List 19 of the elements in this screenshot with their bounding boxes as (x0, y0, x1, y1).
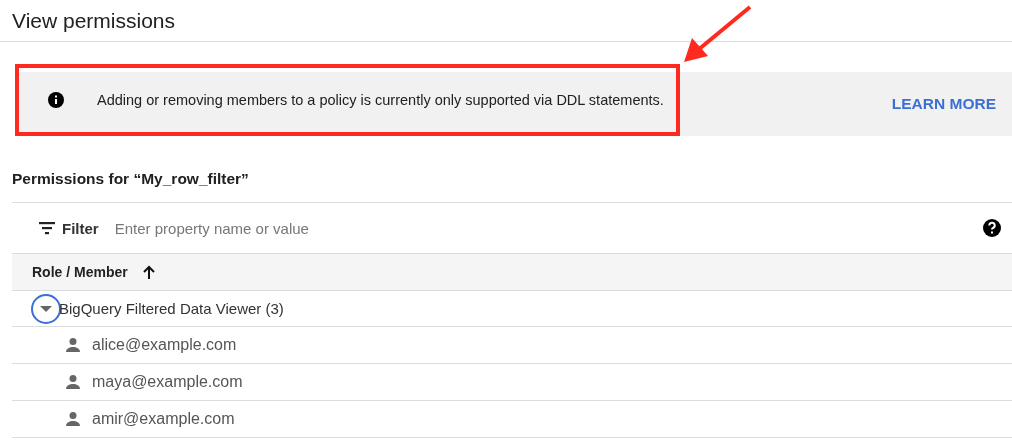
info-icon (47, 91, 65, 109)
section-title: Permissions for “My_row_filter” (12, 170, 249, 189)
member-email: amir@example.com (92, 410, 235, 428)
person-icon (64, 336, 82, 354)
caret-icon[interactable] (39, 304, 53, 313)
member-email: alice@example.com (92, 336, 237, 354)
window-title: View permissions (12, 9, 175, 33)
person-icon (64, 410, 82, 428)
filter-input[interactable]: Enter property name or value (114, 217, 982, 239)
notice-text: Adding or removing members to a policy is currently only supported via DDL statements. (97, 92, 664, 108)
learn-more-link[interactable]: LEARN MORE (891, 91, 996, 117)
column-header[interactable]: Role / Member (32, 264, 128, 280)
filter-icon[interactable] (38, 219, 56, 237)
help-icon[interactable] (982, 218, 1002, 238)
role-name: BigQuery Filtered Data Viewer (3) (59, 300, 284, 317)
expand-toggle[interactable] (31, 293, 61, 324)
member-email: maya@example.com (92, 373, 243, 391)
person-icon (64, 373, 82, 391)
filter-label: Filter (62, 219, 99, 237)
